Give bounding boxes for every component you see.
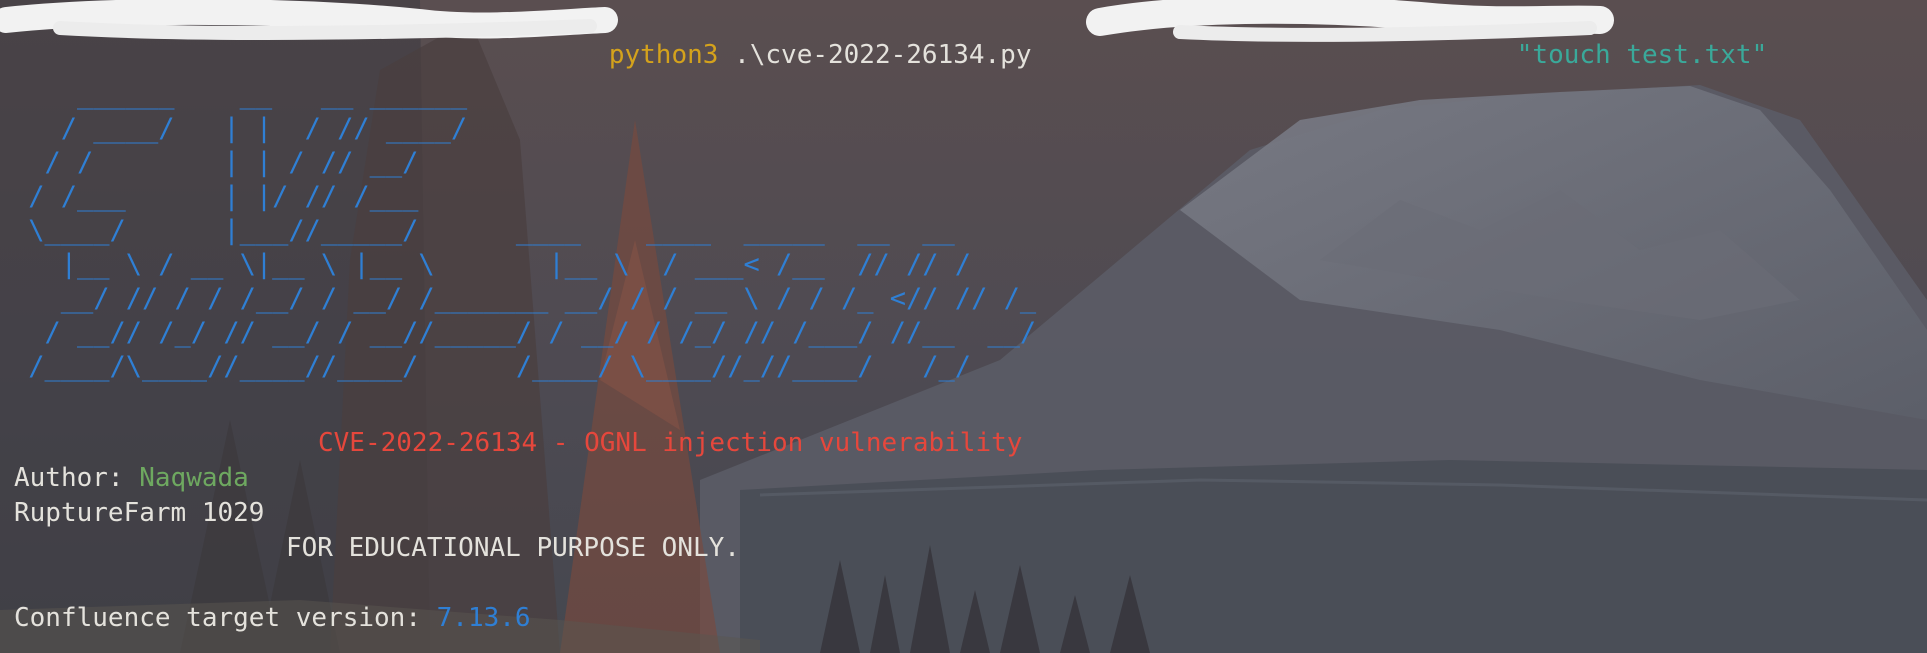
author-label: Author: (14, 463, 140, 493)
ascii-art-banner: ______ __ __ ______ / ____/ | | / // ___… (28, 79, 1037, 382)
redaction-mark (0, 0, 1614, 42)
disclaimer: FOR EDUCATIONAL PURPOSE ONLY. (286, 533, 740, 563)
banner-subtitle: CVE-2022-26134 - OGNL injection vulnerab… (318, 428, 1023, 458)
org-line: RuptureFarm 1029 (14, 498, 265, 528)
target-version-line: Confluence target version: 7.13.6 (14, 601, 531, 635)
target-version-value: 7.13.6 (436, 603, 531, 633)
terminal-window[interactable]: python3 .\cve-2022-26134.py "touch test.… (0, 0, 1927, 653)
author-name: Naqwada (139, 463, 249, 493)
author-line: Author: Naqwada (14, 461, 249, 495)
target-version-label: Confluence target version: (14, 603, 437, 633)
